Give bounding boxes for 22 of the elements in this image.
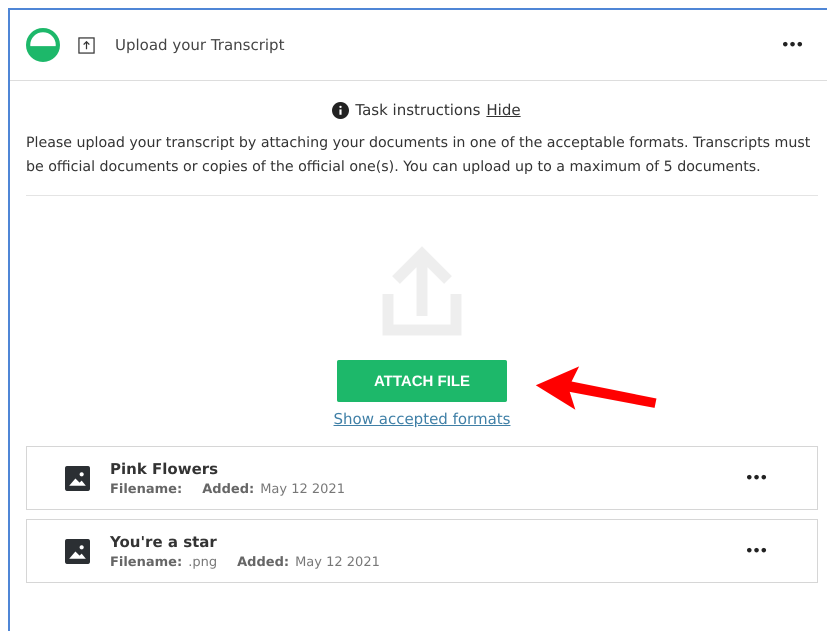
added-date: May 12 2021 [295,554,380,570]
added-label: Added: [237,554,290,570]
task-title: Upload your Transcript [115,36,286,54]
more-menu[interactable]: ••• [745,544,767,558]
progress-icon [26,28,60,62]
filename-value: .png [188,554,218,570]
added-date: May 12 2021 [260,482,345,496]
info-icon [332,102,350,118]
file-name: Pink Flowers [110,460,220,478]
description-text: Please upload your transcript by attaching your documents in one of the acceptable formats. Transcripts must be official documents or copies of the official one(s). You can upload up to a maximum of 5 documents. [26,134,812,177]
file-name: You're a star [110,532,218,550]
image-icon [65,466,90,490]
hide-link[interactable]: Hide [486,101,521,119]
accepted-formats-link[interactable]: Show accepted formats [334,410,510,428]
image-icon [65,538,90,564]
upload-icon [78,36,95,54]
filename-label: Filename: [110,482,182,496]
instructions-label: Task instructions [355,101,480,119]
more-menu[interactable]: ••• [745,470,767,486]
filename-label: Filename: [110,554,182,570]
more-menu[interactable]: ••• [781,38,803,52]
added-label: Added: [202,482,254,496]
